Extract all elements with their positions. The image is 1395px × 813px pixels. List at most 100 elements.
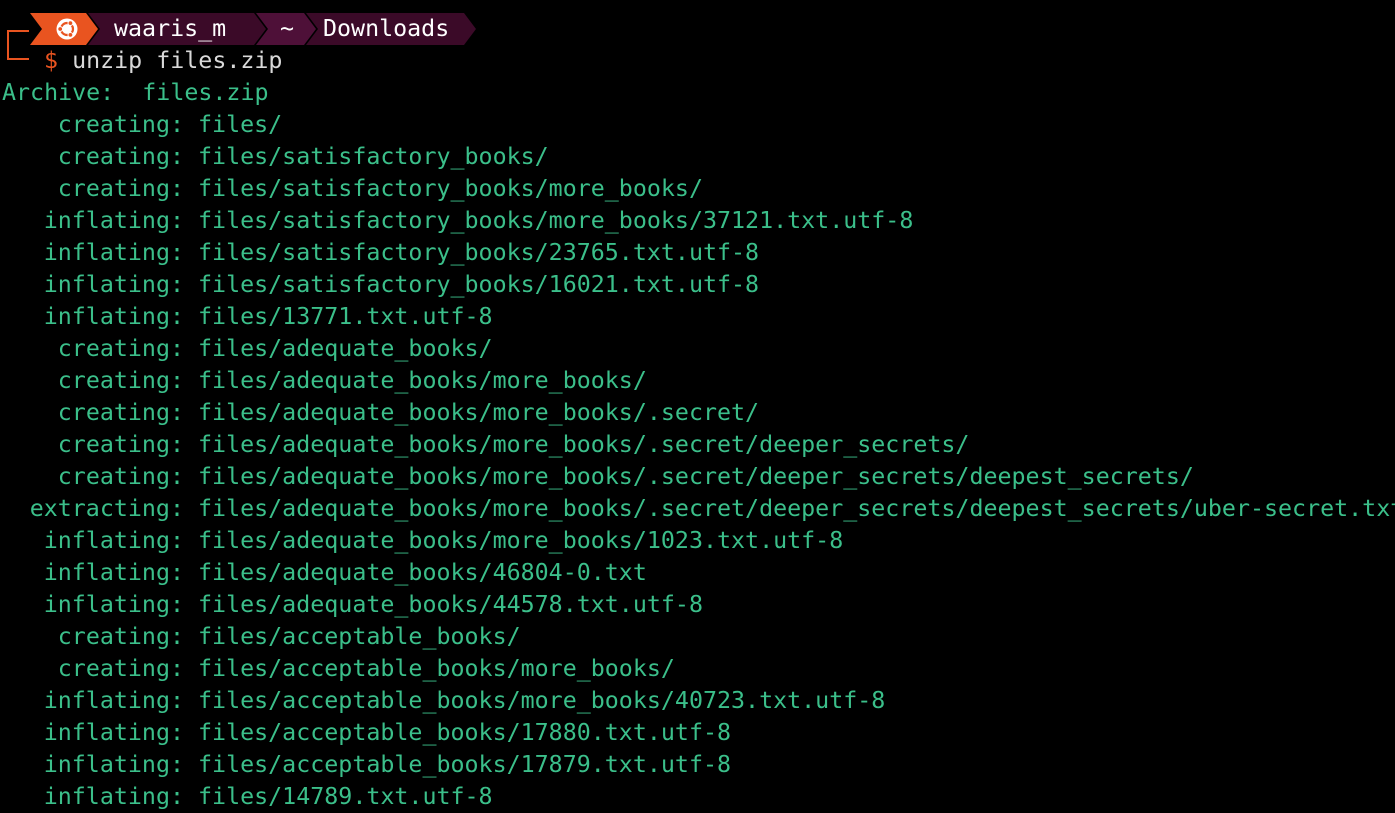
ubuntu-icon bbox=[56, 18, 78, 40]
output-line: creating: files/satisfactory_books/more_… bbox=[2, 173, 1395, 205]
output-path: files/satisfactory_books/more_books/3712… bbox=[198, 207, 914, 234]
output-line: creating: files/adequate_books/more_book… bbox=[2, 365, 1395, 397]
output-path: files/adequate_books/44578.txt.utf-8 bbox=[198, 591, 703, 618]
output-line: creating: files/adequate_books/ bbox=[2, 333, 1395, 365]
output-path: files/13771.txt.utf-8 bbox=[198, 303, 493, 330]
output-separator bbox=[184, 559, 198, 586]
output-line: inflating: files/satisfactory_books/more… bbox=[2, 205, 1395, 237]
output-separator bbox=[184, 399, 198, 426]
output-action: creating: bbox=[57, 399, 184, 426]
output-action: creating: bbox=[57, 623, 184, 650]
output-path: files/adequate_books/ bbox=[198, 335, 493, 362]
output-action: inflating: bbox=[43, 719, 184, 746]
output-line: inflating: files/acceptable_books/more_b… bbox=[2, 685, 1395, 717]
output-action: creating: bbox=[57, 655, 184, 682]
output-line: creating: files/acceptable_books/ bbox=[2, 621, 1395, 653]
output-action: inflating: bbox=[43, 207, 184, 234]
prompt-user-segment: waaris_m bbox=[88, 13, 266, 45]
output-separator bbox=[184, 623, 198, 650]
output-path: files/adequate_books/more_books/.secret/… bbox=[198, 431, 970, 458]
output-separator bbox=[184, 143, 198, 170]
prompt-connector bbox=[7, 30, 29, 60]
output-line: inflating: files/14789.txt.utf-8 bbox=[2, 781, 1395, 813]
output-path: files/satisfactory_books/more_books/ bbox=[198, 175, 703, 202]
output-separator bbox=[184, 271, 198, 298]
output-separator bbox=[184, 719, 198, 746]
output-separator bbox=[184, 111, 198, 138]
output-action: creating: bbox=[57, 431, 184, 458]
archive-name: files.zip bbox=[142, 79, 269, 106]
output-action: creating: bbox=[57, 175, 184, 202]
output-line: extracting: files/adequate_books/more_bo… bbox=[2, 493, 1395, 525]
output-action: creating: bbox=[57, 111, 184, 138]
output-separator bbox=[184, 303, 198, 330]
archive-label: Archive: bbox=[2, 79, 115, 106]
output-path: files/satisfactory_books/ bbox=[198, 143, 549, 170]
output-line: inflating: files/adequate_books/46804-0.… bbox=[2, 557, 1395, 589]
output-path: files/satisfactory_books/23765.txt.utf-8 bbox=[198, 239, 760, 266]
output-line: creating: files/adequate_books/more_book… bbox=[2, 429, 1395, 461]
command-line[interactable]: $ unzip files.zip bbox=[44, 45, 282, 77]
output-line: creating: files/acceptable_books/more_bo… bbox=[2, 653, 1395, 685]
output-line: inflating: files/adequate_books/more_boo… bbox=[2, 525, 1395, 557]
output-path: files/adequate_books/more_books/ bbox=[198, 367, 647, 394]
output-separator bbox=[184, 591, 198, 618]
output-path: files/14789.txt.utf-8 bbox=[198, 783, 493, 810]
output-separator bbox=[184, 335, 198, 362]
output-action: inflating: bbox=[43, 271, 184, 298]
output-action: extracting: bbox=[29, 495, 184, 522]
output-path: files/acceptable_books/ bbox=[198, 623, 521, 650]
output-line: creating: files/adequate_books/more_book… bbox=[2, 461, 1395, 493]
archive-line: Archive: files.zip bbox=[2, 77, 1395, 109]
prompt-os-segment bbox=[30, 13, 98, 45]
output-separator bbox=[184, 495, 198, 522]
output-line: inflating: files/adequate_books/44578.tx… bbox=[2, 589, 1395, 621]
output-path: files/adequate_books/more_books/1023.txt… bbox=[198, 527, 844, 554]
output-separator bbox=[184, 687, 198, 714]
prompt-bar: waaris_m ~ Downloads bbox=[30, 13, 490, 45]
output-path: files/satisfactory_books/16021.txt.utf-8 bbox=[198, 271, 760, 298]
output-action: inflating: bbox=[43, 751, 184, 778]
output-line: inflating: files/13771.txt.utf-8 bbox=[2, 301, 1395, 333]
output-action: inflating: bbox=[43, 591, 184, 618]
output-path: files/adequate_books/more_books/.secret/… bbox=[198, 463, 1194, 490]
output-action: inflating: bbox=[43, 303, 184, 330]
output-action: inflating: bbox=[43, 239, 184, 266]
output-line: creating: files/satisfactory_books/ bbox=[2, 141, 1395, 173]
output-separator bbox=[184, 175, 198, 202]
output-action: creating: bbox=[57, 143, 184, 170]
output-path: files/adequate_books/more_books/.secret/ bbox=[198, 399, 760, 426]
output-action: creating: bbox=[57, 367, 184, 394]
output-path: files/adequate_books/more_books/.secret/… bbox=[198, 495, 1395, 522]
output-action: inflating: bbox=[43, 527, 184, 554]
output-separator bbox=[184, 751, 198, 778]
prompt-symbol: $ bbox=[44, 47, 59, 74]
output-line: inflating: files/acceptable_books/17879.… bbox=[2, 749, 1395, 781]
output-action: creating: bbox=[57, 463, 184, 490]
output-separator bbox=[184, 239, 198, 266]
output-path: files/acceptable_books/17880.txt.utf-8 bbox=[198, 719, 732, 746]
output-separator bbox=[184, 431, 198, 458]
output-line: inflating: files/acceptable_books/17880.… bbox=[2, 717, 1395, 749]
output-lines: creating: files/creating: files/satisfac… bbox=[2, 109, 1395, 813]
output-line: inflating: files/satisfactory_books/2376… bbox=[2, 237, 1395, 269]
output-separator bbox=[184, 527, 198, 554]
command-output: Archive: files.zip creating: files/creat… bbox=[2, 77, 1395, 813]
output-path: files/adequate_books/46804-0.txt bbox=[198, 559, 647, 586]
output-action: inflating: bbox=[43, 687, 184, 714]
output-action: inflating: bbox=[43, 559, 184, 586]
output-line: inflating: files/satisfactory_books/1602… bbox=[2, 269, 1395, 301]
output-path: files/acceptable_books/more_books/ bbox=[198, 655, 675, 682]
output-path: files/acceptable_books/more_books/40723.… bbox=[198, 687, 886, 714]
output-separator bbox=[184, 207, 198, 234]
command-text: unzip files.zip bbox=[72, 47, 283, 74]
output-separator bbox=[184, 655, 198, 682]
output-separator bbox=[184, 463, 198, 490]
output-action: inflating: bbox=[43, 783, 184, 810]
terminal-window[interactable]: waaris_m ~ Downloads $ unzip files.zip A… bbox=[0, 0, 1395, 812]
output-line: creating: files/adequate_books/more_book… bbox=[2, 397, 1395, 429]
output-action: creating: bbox=[57, 335, 184, 362]
output-path: files/acceptable_books/17879.txt.utf-8 bbox=[198, 751, 732, 778]
prompt-directory-segment: Downloads bbox=[306, 13, 476, 45]
output-path: files/ bbox=[198, 111, 283, 138]
